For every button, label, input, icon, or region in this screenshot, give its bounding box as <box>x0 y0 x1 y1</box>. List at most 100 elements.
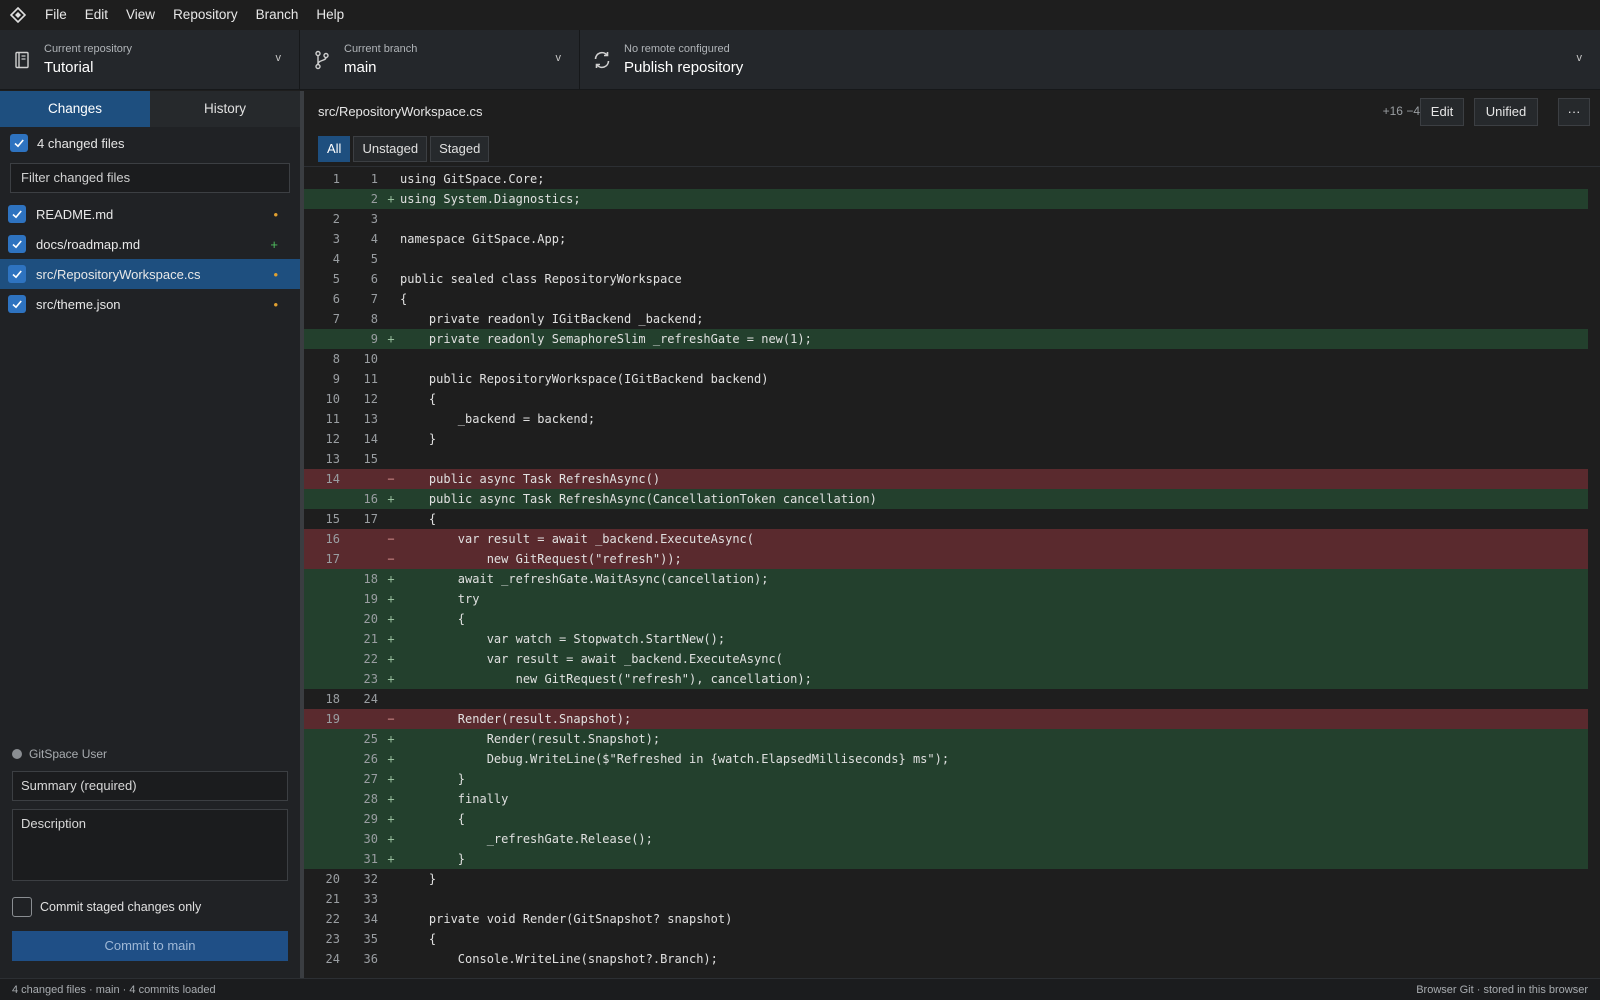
tab-changes[interactable]: Changes <box>0 91 150 127</box>
new-line-number: 27 <box>363 772 378 786</box>
file-row-roadmap[interactable]: docs/roadmap.md + <box>0 229 300 259</box>
git-branch-icon <box>300 50 344 70</box>
diff-stats: +16 −4 <box>1382 104 1420 118</box>
code-text: Debug.WriteLine($"Refreshed in {watch.El… <box>400 752 950 766</box>
code-text: private readonly IGitBackend _backend; <box>400 312 704 326</box>
diff-line-context[interactable]: 23 35 { <box>304 929 1588 949</box>
tab-history[interactable]: History <box>150 91 300 127</box>
diff-line-added[interactable]: 23 + new GitRequest("refresh"), cancellat… <box>304 669 1588 689</box>
file-row-readme[interactable]: README.md • <box>0 199 300 229</box>
diff-marker: + <box>387 812 395 826</box>
diff-line-added[interactable]: 16 + public async Task RefreshAsync(Cance… <box>304 489 1588 509</box>
diff-line-added[interactable]: 31 + } <box>304 849 1588 869</box>
old-line-number: 10 <box>325 392 340 406</box>
diff-line-context[interactable]: 9 11 public RepositoryWorkspace(IGitBacke… <box>304 369 1588 389</box>
old-line-number: 16 <box>325 532 340 546</box>
diff-line-added[interactable]: 26 + Debug.WriteLine($"Refreshed in {watc… <box>304 749 1588 769</box>
diff-line-context[interactable]: 21 33 <box>304 889 1588 909</box>
check-icon <box>14 139 24 148</box>
diff-line-context[interactable]: 12 14 } <box>304 429 1588 449</box>
diff-line-context[interactable]: 20 32 } <box>304 869 1588 889</box>
diff-marker: + <box>387 832 395 846</box>
diff-line-context[interactable]: 24 36 Console.WriteLine(snapshot?.Branch)… <box>304 949 1588 969</box>
diff-line-context[interactable]: 5 6 public sealed class RepositoryWorkspac… <box>304 269 1588 289</box>
diff-line-context[interactable]: 6 7 { <box>304 289 1588 309</box>
commit-button[interactable]: Commit to main <box>12 931 288 961</box>
diff-marker: + <box>387 652 395 666</box>
code-text: { <box>400 932 437 946</box>
code-text: new GitRequest("refresh")); <box>400 552 682 566</box>
diff-line-context[interactable]: 8 10 <box>304 349 1588 369</box>
new-line-number: 28 <box>363 792 378 806</box>
menu-file[interactable]: File <box>36 0 76 30</box>
diff-line-context[interactable]: 22 34 private void Render(GitSnapshot? sn… <box>304 909 1588 929</box>
file-row-theme[interactable]: src/theme.json • <box>0 289 300 319</box>
diff-line-removed[interactable]: 19 − Render(result.Snapshot); <box>304 709 1588 729</box>
diff-line-added[interactable]: 9 + private readonly SemaphoreSlim _refre… <box>304 329 1588 349</box>
diff-line-context[interactable]: 7 8 private readonly IGitBackend _backend… <box>304 309 1588 329</box>
code-text: using GitSpace.Core; <box>400 172 545 186</box>
diff-line-context[interactable]: 15 17 { <box>304 509 1588 529</box>
diff-line-added[interactable]: 29 + { <box>304 809 1588 829</box>
diff-line-removed[interactable]: 17 − new GitRequest("refresh")); <box>304 549 1588 569</box>
diff-line-added[interactable]: 2 + using System.Diagnostics; <box>304 189 1588 209</box>
avatar <box>12 749 22 759</box>
new-line-number: 4 <box>370 232 378 246</box>
diff-line-removed[interactable]: 16 − var result = await _backend.ExecuteA… <box>304 529 1588 549</box>
unified-view-button[interactable]: Unified <box>1474 98 1538 126</box>
diff-line-added[interactable]: 19 + try <box>304 589 1588 609</box>
diff-line-added[interactable]: 27 + } <box>304 769 1588 789</box>
diff-line-context[interactable]: 1 1 using GitSpace.Core; <box>304 169 1588 189</box>
current-repository-button[interactable]: Current repository Tutorial v <box>0 30 300 90</box>
menu-view[interactable]: View <box>117 0 164 30</box>
new-line-number: 30 <box>363 832 378 846</box>
check-icon <box>12 270 22 279</box>
staged-only-toggle[interactable]: Commit staged changes only <box>0 893 300 921</box>
menu-edit[interactable]: Edit <box>76 0 117 30</box>
diff-line-added[interactable]: 18 + await _refreshGate.WaitAsync(cancell… <box>304 569 1588 589</box>
changed-file-list: README.md • docs/roadmap.md + src/Reposi… <box>0 199 300 319</box>
diff-line-context[interactable]: 13 15 <box>304 449 1588 469</box>
diff-line-added[interactable]: 22 + var result = await _backend.ExecuteA… <box>304 649 1588 669</box>
diff-line-context[interactable]: 18 24 <box>304 689 1588 709</box>
sidebar-tabs: Changes History <box>0 91 300 127</box>
diff-line-context[interactable]: 3 4 namespace GitSpace.App; <box>304 229 1588 249</box>
file-checkbox[interactable] <box>8 235 26 253</box>
publish-repository-button[interactable]: No remote configured Publish repository … <box>580 30 1600 90</box>
new-line-number: 16 <box>363 492 378 506</box>
file-checkbox[interactable] <box>8 295 26 313</box>
commit-summary-input[interactable]: Summary (required) <box>12 771 288 801</box>
diff-line-added[interactable]: 28 + finally <box>304 789 1588 809</box>
new-line-number: 6 <box>370 272 378 286</box>
diff-line-added[interactable]: 20 + { <box>304 609 1588 629</box>
code-text: try <box>400 592 480 606</box>
diff-line-removed[interactable]: 14 − public async Task RefreshAsync() <box>304 469 1588 489</box>
diff-line-context[interactable]: 11 13 _backend = backend; <box>304 409 1588 429</box>
filter-changed-files-input[interactable]: Filter changed files <box>10 163 290 193</box>
diff-line-added[interactable]: 25 + Render(result.Snapshot); <box>304 729 1588 749</box>
file-checkbox[interactable] <box>8 205 26 223</box>
menu-help[interactable]: Help <box>307 0 353 30</box>
diff-line-context[interactable]: 23 <box>304 209 1588 229</box>
menu-branch[interactable]: Branch <box>247 0 308 30</box>
tab-staged[interactable]: Staged <box>430 135 490 162</box>
diff-line-context[interactable]: 10 12 { <box>304 389 1588 409</box>
modified-status-icon: • <box>273 266 278 282</box>
diff-line-context[interactable]: 45 <box>304 249 1588 269</box>
diff-line-added[interactable]: 30 + _refreshGate.Release(); <box>304 829 1588 849</box>
edit-button[interactable]: Edit <box>1420 98 1464 126</box>
menu-repository[interactable]: Repository <box>164 0 247 30</box>
tab-unstaged[interactable]: Unstaged <box>353 135 428 162</box>
tab-all[interactable]: All <box>318 135 351 162</box>
diff-line-added[interactable]: 21 + var watch = Stopwatch.StartNew(); <box>304 629 1588 649</box>
current-branch-caption: Current branch <box>344 43 418 55</box>
commit-description-input[interactable]: Description <box>12 809 288 881</box>
more-options-button[interactable]: ··· <box>1558 98 1590 126</box>
old-line-number: 2 <box>332 212 340 226</box>
current-branch-button[interactable]: Current branch main v <box>300 30 580 90</box>
select-all-checkbox[interactable] <box>10 134 28 152</box>
staged-only-checkbox[interactable] <box>12 897 32 917</box>
code-text: private void Render(GitSnapshot? snapsho… <box>400 912 733 926</box>
file-checkbox[interactable] <box>8 265 26 283</box>
file-row-repositoryworkspace[interactable]: src/RepositoryWorkspace.cs • <box>0 259 300 289</box>
